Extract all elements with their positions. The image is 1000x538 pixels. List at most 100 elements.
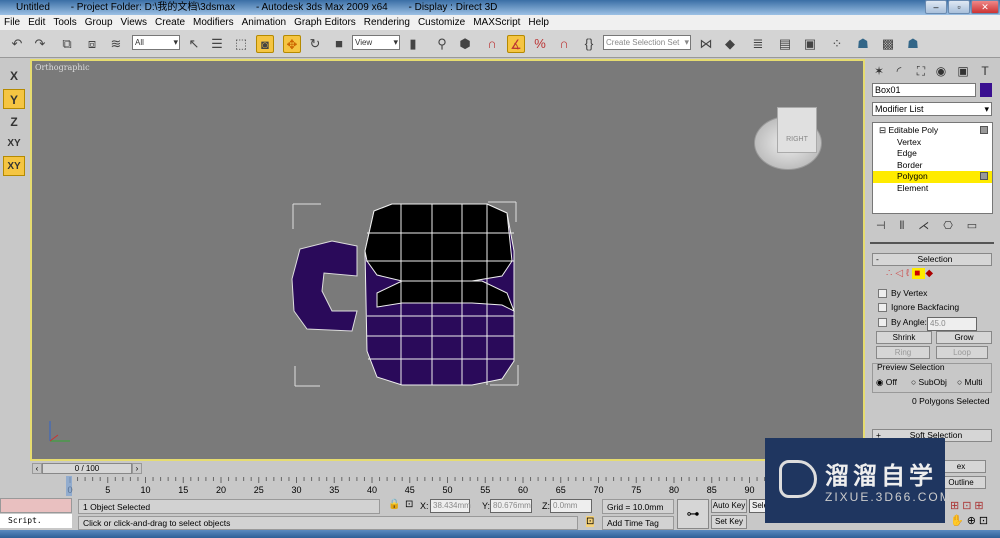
- menu-graph-editors[interactable]: Graph Editors: [294, 17, 356, 28]
- material-editor-icon[interactable]: ⁘: [828, 35, 846, 53]
- menu-maxscript[interactable]: MAXScript: [473, 17, 520, 28]
- quick-render-icon[interactable]: ☗: [904, 35, 922, 53]
- pan-orbit-icons[interactable]: ✋⊕⊡: [950, 514, 991, 527]
- by-angle-checkbox[interactable]: By Angle:: [878, 317, 927, 328]
- edit-named-selection-icon[interactable]: {}: [580, 35, 598, 53]
- menu-create[interactable]: Create: [155, 17, 185, 28]
- hierarchy-tab-icon[interactable]: ⛶: [912, 62, 930, 80]
- selection-filter-dropdown[interactable]: All: [132, 35, 180, 50]
- reference-coordinate-dropdown[interactable]: View: [352, 35, 400, 50]
- time-slider-thumb[interactable]: 0 / 100: [42, 463, 132, 474]
- add-time-tag-button[interactable]: Add Time Tag: [602, 516, 674, 530]
- loop-button[interactable]: Loop: [936, 346, 988, 359]
- stack-editable-poly[interactable]: ⊟ Editable Poly: [873, 125, 992, 137]
- axis-y-button[interactable]: Y: [3, 89, 25, 109]
- menu-edit[interactable]: Edit: [28, 17, 45, 28]
- y-coordinate-input[interactable]: 80.676mm: [490, 499, 532, 513]
- by-vertex-checkbox[interactable]: By Vertex: [878, 288, 927, 299]
- menu-file[interactable]: File: [4, 17, 20, 28]
- percent-snap-icon[interactable]: %: [531, 35, 549, 53]
- stack-polygon[interactable]: Polygon: [873, 171, 992, 183]
- menu-customize[interactable]: Customize: [418, 17, 465, 28]
- manipulate-icon[interactable]: ⚲: [433, 35, 451, 53]
- utilities-tab-icon[interactable]: T: [976, 62, 994, 80]
- stack-border[interactable]: Border: [873, 160, 992, 172]
- rectangle-selection-icon[interactable]: ⬚: [232, 35, 250, 53]
- x-coordinate-input[interactable]: 38.434mm: [430, 499, 471, 513]
- layer-manager-icon[interactable]: ≣: [749, 35, 767, 53]
- viewcube[interactable]: RIGHT: [777, 107, 817, 153]
- link-icon[interactable]: ⧉: [58, 35, 76, 53]
- select-and-scale-icon[interactable]: ■: [330, 35, 348, 53]
- undo-icon[interactable]: ↶: [8, 35, 26, 53]
- snaps-toggle-icon[interactable]: ∩: [483, 35, 501, 53]
- ring-button[interactable]: Ring: [876, 346, 930, 359]
- select-object-icon[interactable]: ↖: [185, 35, 203, 53]
- axis-x-button[interactable]: X: [3, 66, 25, 86]
- axis-xy-cycle-button[interactable]: XY: [3, 156, 25, 176]
- modifier-list-dropdown[interactable]: Modifier List ▾: [872, 102, 992, 116]
- viewport-nav-icons[interactable]: ⊞⊡⊞: [950, 499, 987, 512]
- preview-off-radio[interactable]: ◉ Off: [876, 377, 897, 388]
- menu-rendering[interactable]: Rendering: [364, 17, 410, 28]
- ignore-backfacing-checkbox[interactable]: Ignore Backfacing: [878, 302, 959, 313]
- keyboard-shortcut-icon[interactable]: ⬢: [456, 35, 474, 53]
- menu-help[interactable]: Help: [528, 17, 549, 28]
- select-and-move-icon[interactable]: ✥: [283, 35, 301, 53]
- selection-rollout-header[interactable]: - Selection: [872, 253, 992, 266]
- maximize-button[interactable]: ▫: [948, 0, 970, 14]
- z-coordinate-input[interactable]: 0.0mm: [550, 499, 592, 513]
- display-tab-icon[interactable]: ▣: [954, 62, 972, 80]
- menu-views[interactable]: Views: [121, 17, 148, 28]
- menu-modifiers[interactable]: Modifiers: [193, 17, 234, 28]
- menu-animation[interactable]: Animation: [242, 17, 286, 28]
- preview-subobj-radio[interactable]: ○ SubObj: [911, 377, 947, 387]
- close-button[interactable]: ✕: [971, 0, 999, 14]
- maxscript-listener-mini[interactable]: [0, 498, 72, 513]
- subobject-level-icons[interactable]: ∴◁ℓ ■ ◆: [886, 268, 936, 279]
- modify-tab-icon[interactable]: ◜: [890, 62, 908, 80]
- pivot-center-icon[interactable]: ▮: [404, 35, 422, 53]
- track-bar[interactable]: 051015202530354045505560657075808590: [30, 475, 865, 497]
- redo-icon[interactable]: ↷: [31, 35, 49, 53]
- menu-tools[interactable]: Tools: [53, 17, 76, 28]
- select-by-name-icon[interactable]: ☰: [208, 35, 226, 53]
- time-slider[interactable]: ‹ 0 / 100 ›: [30, 462, 865, 475]
- mug-object[interactable]: [32, 61, 863, 459]
- set-keys-key-icon[interactable]: ⊶: [677, 499, 709, 529]
- set-key-button[interactable]: Set Key: [711, 515, 747, 529]
- stack-edge[interactable]: Edge: [873, 148, 992, 160]
- bind-spacewarp-icon[interactable]: ≋: [107, 35, 125, 53]
- time-tag-icon[interactable]: ⊡: [586, 516, 595, 527]
- shrink-button[interactable]: Shrink: [876, 331, 932, 344]
- select-and-rotate-icon[interactable]: ↻: [306, 35, 324, 53]
- preview-multi-radio[interactable]: ○ Multi: [957, 377, 982, 387]
- spinner-snap-icon[interactable]: ∩: [555, 35, 573, 53]
- prev-frame-button[interactable]: ‹: [32, 463, 42, 474]
- stack-tools-icons[interactable]: ⊣⫴⋌⎔▭: [876, 219, 991, 233]
- stack-vertex[interactable]: Vertex: [873, 137, 992, 149]
- schematic-view-icon[interactable]: ▣: [801, 35, 819, 53]
- auto-key-button[interactable]: Auto Key: [711, 499, 747, 513]
- grow-button[interactable]: Grow: [936, 331, 992, 344]
- unlink-icon[interactable]: ⧈: [83, 35, 101, 53]
- motion-tab-icon[interactable]: ◉: [932, 62, 950, 80]
- absolute-mode-icon[interactable]: ⊡: [405, 499, 413, 510]
- script-field[interactable]: Script.: [0, 514, 72, 528]
- angle-input[interactable]: 45.0: [927, 317, 977, 331]
- render-setup-icon[interactable]: ☗: [854, 35, 872, 53]
- align-icon[interactable]: ◆: [721, 35, 739, 53]
- menu-group[interactable]: Group: [85, 17, 113, 28]
- stack-element[interactable]: Element: [873, 183, 992, 195]
- mirror-icon[interactable]: ⋈: [697, 35, 715, 53]
- axis-xy-button[interactable]: XY: [3, 134, 25, 154]
- viewport-orthographic[interactable]: Orthographic RIGHT: [30, 59, 865, 461]
- next-frame-button[interactable]: ›: [132, 463, 142, 474]
- curve-editor-icon[interactable]: ▤: [776, 35, 794, 53]
- lock-icon[interactable]: 🔒: [388, 499, 400, 510]
- minimize-button[interactable]: –: [925, 0, 947, 14]
- angle-snap-icon[interactable]: ∡: [507, 35, 525, 53]
- rendered-frame-window-icon[interactable]: ▩: [879, 35, 897, 53]
- object-color-swatch[interactable]: [980, 83, 992, 97]
- object-name-field[interactable]: Box01: [872, 83, 976, 97]
